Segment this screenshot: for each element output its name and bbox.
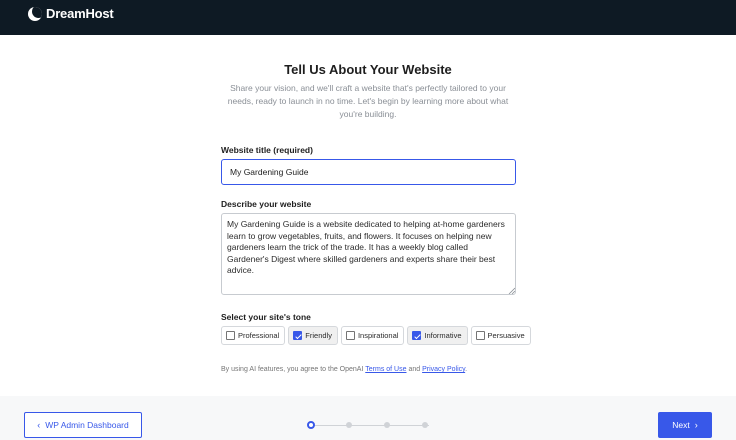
disclaimer-and: and: [408, 366, 421, 373]
progress-stepper: [307, 421, 429, 429]
main-content: Tell Us About Your Website Share your vi…: [0, 35, 736, 396]
terms-of-use-link[interactable]: Terms of Use: [365, 366, 406, 373]
moon-logo-icon: [28, 6, 42, 21]
tone-options: Professional Friendly Inspirational Info…: [221, 326, 531, 345]
resize-handle-icon[interactable]: [508, 287, 515, 294]
tone-option-label: Informative: [424, 331, 462, 340]
step-dot: [422, 422, 428, 428]
dreamhost-logo[interactable]: DreamHost: [28, 6, 114, 21]
tone-option-label: Professional: [238, 331, 280, 340]
tone-option-label: Friendly: [305, 331, 332, 340]
wp-admin-dashboard-button[interactable]: ‹ WP Admin Dashboard: [24, 412, 142, 438]
ai-disclaimer: By using AI features, you agree to the O…: [221, 366, 467, 373]
tone-option-persuasive[interactable]: Persuasive: [470, 326, 531, 345]
step-dot: [307, 421, 315, 429]
website-title-label: Website title (required): [221, 145, 313, 155]
brand-name: DreamHost: [46, 6, 114, 21]
checkbox[interactable]: [345, 331, 355, 340]
disclaimer-text: By using AI features, you agree to the O…: [221, 366, 364, 373]
description-label: Describe your website: [221, 199, 312, 209]
website-title-input[interactable]: [221, 159, 516, 185]
checkbox[interactable]: [293, 331, 303, 340]
checkbox[interactable]: [475, 331, 485, 340]
tone-label: Select your site's tone: [221, 312, 311, 322]
disclaimer-period: .: [465, 366, 468, 373]
top-bar: DreamHost: [0, 0, 736, 35]
checkbox[interactable]: [412, 331, 422, 340]
stepper-track: [311, 424, 429, 426]
step-dot: [384, 422, 390, 428]
tone-option-informative[interactable]: Informative: [407, 326, 468, 345]
back-button-label: WP Admin Dashboard: [45, 420, 129, 430]
footer-bar: ‹ WP Admin Dashboard Next ›: [0, 396, 736, 440]
chevron-right-icon: ›: [694, 419, 698, 430]
tone-option-label: Persuasive: [487, 331, 525, 340]
tone-option-friendly[interactable]: Friendly: [288, 326, 338, 345]
privacy-policy-link[interactable]: Privacy Policy: [422, 366, 465, 373]
next-button[interactable]: Next ›: [658, 412, 712, 438]
tone-option-professional[interactable]: Professional: [221, 326, 286, 345]
step-dot: [346, 422, 352, 428]
tone-option-inspirational[interactable]: Inspirational: [340, 326, 405, 345]
page-title: Tell Us About Your Website: [284, 62, 452, 77]
checkbox[interactable]: [226, 331, 235, 340]
description-textarea[interactable]: My Gardening Guide is a website dedicate…: [221, 213, 516, 295]
chevron-left-icon: ‹: [37, 419, 41, 430]
tone-option-label: Inspirational: [357, 331, 399, 340]
next-button-label: Next: [672, 420, 690, 430]
page-subtitle: Share your vision, and we'll craft a web…: [227, 83, 509, 119]
